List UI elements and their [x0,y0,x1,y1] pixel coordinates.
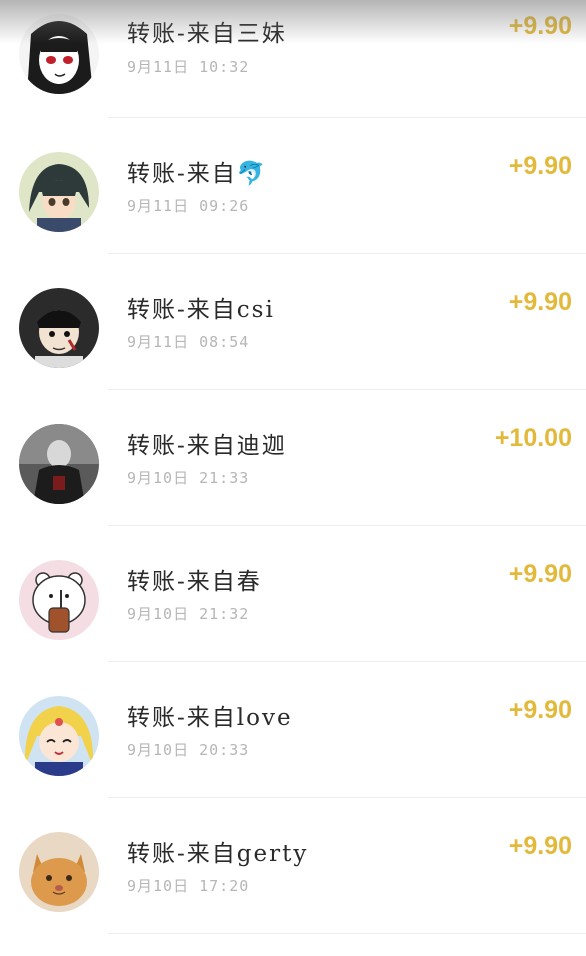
transaction-time: 9月11日 09:26 [127,197,250,215]
transaction-amount: +9.90 [508,12,572,40]
transaction-list: 转账-来自三妹 9月11日 10:32 +9.90 转账-来自🐬 9月11日 0… [0,0,586,934]
transaction-amount: +9.90 [508,288,572,316]
list-item[interactable]: 转账-来自三妹 9月11日 10:32 +9.90 [0,0,586,118]
photo-avatar-icon [19,424,99,504]
transaction-title: 转账-来自love [127,705,293,731]
transaction-time: 9月10日 17:20 [127,877,250,895]
avatar [19,424,99,504]
avatar [19,696,99,776]
transaction-amount: +9.90 [508,832,572,860]
avatar [19,152,99,232]
list-item[interactable]: 转账-来自春 9月10日 21:32 +9.90 [0,526,586,662]
transaction-title: 转账-来自三妹 [127,21,287,47]
transaction-title: 转账-来自春 [127,569,262,595]
avatar [19,832,99,912]
transaction-title: 转账-来自🐬 [127,161,268,187]
cartoon-bear-avatar-icon [19,560,99,640]
transaction-time: 9月10日 20:33 [127,741,250,759]
transaction-title: 转账-来自csi [127,297,275,323]
transaction-time: 9月11日 08:54 [127,333,250,351]
divider [108,933,586,934]
list-item[interactable]: 转账-来自love 9月10日 20:33 +9.90 [0,662,586,798]
transaction-amount: +9.90 [508,560,572,588]
transaction-time: 9月10日 21:32 [127,605,250,623]
transaction-title: 转账-来自迪迦 [127,433,287,459]
list-item[interactable]: 转账-来自csi 9月11日 08:54 +9.90 [0,254,586,390]
list-item[interactable]: 转账-来自gerty 9月10日 17:20 +9.90 [0,798,586,934]
avatar [19,560,99,640]
transaction-amount: +9.90 [508,152,572,180]
list-item[interactable]: 转账-来自🐬 9月11日 09:26 +9.90 [0,118,586,254]
transaction-time: 9月11日 10:32 [127,58,250,76]
transaction-title: 转账-来自gerty [127,841,309,867]
anime-girl-avatar-icon [19,14,99,94]
anime-character-avatar-icon [19,288,99,368]
cat-avatar-icon [19,832,99,912]
transaction-amount: +10.00 [494,424,572,452]
sailor-moon-avatar-icon [19,696,99,776]
anime-boy-avatar-icon [19,152,99,232]
list-item[interactable]: 转账-来自迪迦 9月10日 21:33 +10.00 [0,390,586,526]
transaction-amount: +9.90 [508,696,572,724]
transaction-time: 9月10日 21:33 [127,469,250,487]
avatar [19,288,99,368]
avatar [19,14,99,94]
